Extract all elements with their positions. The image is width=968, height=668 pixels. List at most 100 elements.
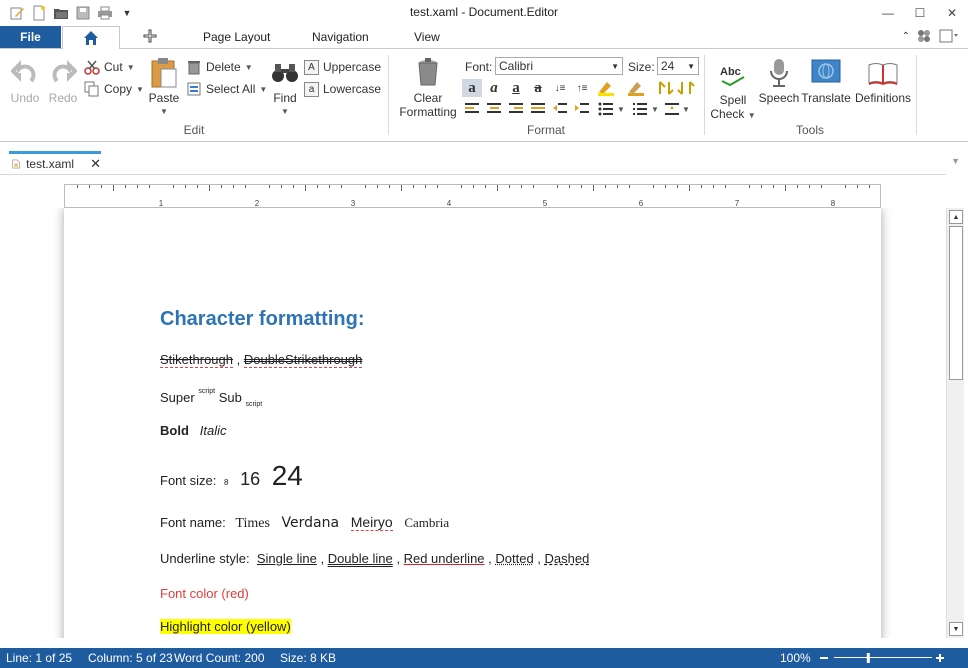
delete-button[interactable]: Delete ▼: [186, 58, 253, 76]
size-8-text: 8: [223, 478, 229, 487]
paste-button[interactable]: Paste ▼: [146, 57, 182, 119]
bold-text: Bold: [160, 423, 189, 438]
lowercase-icon: a: [304, 81, 319, 97]
select-all-button[interactable]: Select All ▼: [186, 80, 267, 98]
bold-a-icon[interactable]: a: [462, 79, 482, 97]
puzzle-icon[interactable]: [916, 28, 932, 44]
italic-a-icon[interactable]: a: [484, 79, 504, 97]
clear-formatting-button[interactable]: Clear Formatting: [396, 57, 460, 119]
close-tab-icon[interactable]: ✕: [90, 156, 101, 172]
tab-page-layout[interactable]: Page Layout: [203, 30, 270, 44]
tab-list-menu-icon[interactable]: ▼: [951, 156, 960, 166]
increase-indent-icon[interactable]: [572, 100, 592, 118]
align-center-icon[interactable]: [484, 100, 504, 118]
dashed-underline-text: Dashed: [544, 551, 590, 566]
font-color-icon[interactable]: [626, 79, 646, 97]
font-label: Font:: [465, 60, 493, 74]
trash-icon: [188, 61, 200, 75]
ruler-tick: [761, 185, 762, 188]
grow-font-icon[interactable]: [656, 79, 676, 97]
cut-button[interactable]: Cut ▼: [84, 58, 135, 76]
document-heading: Character formatting:: [160, 308, 365, 330]
zoom-thumb[interactable]: [866, 653, 870, 663]
lowercase-button[interactable]: a Lowercase: [304, 80, 381, 98]
minimize-button[interactable]: —: [872, 0, 904, 26]
tab-view[interactable]: View: [414, 30, 440, 44]
document-tab[interactable]: test.xaml ✕: [9, 151, 101, 174]
scroll-down-icon[interactable]: ▼: [949, 622, 963, 636]
line-spacing-dropdown-icon[interactable]: ▼: [682, 105, 690, 114]
line-spacing-icon[interactable]: [662, 100, 682, 118]
status-bar: Line: 1 of 25 Column: 5 of 23 Word Count…: [0, 648, 968, 668]
ruler-tick: [869, 185, 870, 188]
ruler-tick: [101, 185, 102, 188]
shrink-font-icon[interactable]: [676, 79, 696, 97]
bullet-dropdown-icon[interactable]: ▼: [617, 105, 625, 114]
font-dropdown-icon: ▼: [611, 62, 619, 71]
ruler-tick: [533, 185, 534, 188]
ruler-tick: [113, 185, 114, 191]
font-name-select[interactable]: Calibri ▼: [495, 57, 623, 75]
scissors-icon: [84, 60, 100, 75]
maximize-button[interactable]: ☐: [904, 0, 936, 26]
subscript-icon[interactable]: ↓≡: [550, 79, 570, 97]
undo-button[interactable]: Undo: [8, 57, 42, 105]
document-page[interactable]: Character formatting: Stikethrough , Dou…: [64, 208, 881, 638]
underline-a-icon[interactable]: a: [506, 79, 526, 97]
super-sub-line: Super script Sub script: [160, 388, 262, 408]
speech-label: Speech: [758, 91, 800, 105]
scroll-thumb[interactable]: [949, 226, 963, 380]
superscript-icon[interactable]: ↑≡: [572, 79, 592, 97]
horizontal-ruler[interactable]: 1 2 3 4 5 6 7 8: [64, 184, 881, 208]
ruler-tick: [173, 185, 174, 188]
highlight-color-icon[interactable]: [596, 79, 616, 97]
redo-button[interactable]: Redo: [46, 57, 80, 105]
ruler-tick: [341, 185, 342, 188]
undo-label: Undo: [10, 91, 40, 105]
decrease-indent-icon[interactable]: [550, 100, 570, 118]
justify-icon[interactable]: [528, 100, 548, 118]
font-name-line: Font name: Times Verdana Meiryo Cambria: [160, 514, 449, 532]
translate-button[interactable]: Translate: [801, 57, 851, 105]
cut-label: Cut: [104, 60, 123, 74]
window-controls: — ☐ ✕: [872, 0, 968, 26]
tab-home[interactable]: [62, 26, 120, 49]
document-tab-name: test.xaml: [26, 157, 75, 171]
tab-file[interactable]: File: [0, 26, 61, 48]
strikethrough-a-icon[interactable]: a: [528, 79, 548, 97]
numbering-dropdown-icon[interactable]: ▼: [651, 105, 659, 114]
align-right-icon[interactable]: [506, 100, 526, 118]
scroll-up-icon[interactable]: ▲: [949, 210, 963, 224]
ruler-tick: [605, 185, 606, 188]
find-label: Find: [273, 91, 297, 105]
font-size-select[interactable]: 24 ▼: [657, 57, 699, 75]
numbered-list-icon[interactable]: [630, 100, 650, 118]
ruler-tick: [821, 185, 822, 188]
font-size-line: Font size: 8 16 24: [160, 460, 303, 492]
uppercase-button[interactable]: A Uppercase: [304, 58, 381, 76]
copy-button[interactable]: Copy ▼: [84, 80, 144, 98]
copy-label: Copy: [104, 82, 133, 96]
ruler-tick: [269, 185, 270, 188]
status-column: Column: 5 of 23: [88, 651, 173, 665]
size-label: Size:: [628, 60, 655, 74]
tab-insert[interactable]: [143, 29, 157, 46]
collapse-ribbon-icon[interactable]: ⌃: [902, 31, 910, 42]
bullet-list-icon[interactable]: [596, 100, 616, 118]
align-left-icon[interactable]: [462, 100, 482, 118]
spell-check-button[interactable]: Abc Spell Check ▼: [710, 59, 756, 123]
zoom-slider[interactable]: [820, 652, 944, 664]
zoom-out-icon[interactable]: [820, 657, 828, 659]
help-book-icon[interactable]: [938, 28, 960, 44]
find-button[interactable]: Find ▼: [268, 57, 302, 119]
tab-navigation[interactable]: Navigation: [312, 30, 369, 44]
close-button[interactable]: ✕: [936, 0, 968, 26]
delete-dropdown-icon: ▼: [244, 62, 253, 72]
find-dropdown-icon: ▼: [281, 107, 289, 116]
size-24-text: 24: [271, 460, 303, 491]
vertical-scrollbar[interactable]: ▲ ▼: [946, 208, 964, 638]
font-color-line: Font color (red): [160, 586, 249, 601]
definitions-button[interactable]: Definitions: [854, 57, 912, 105]
speech-button[interactable]: Speech: [759, 57, 799, 105]
zoom-level: 100%: [780, 651, 811, 665]
